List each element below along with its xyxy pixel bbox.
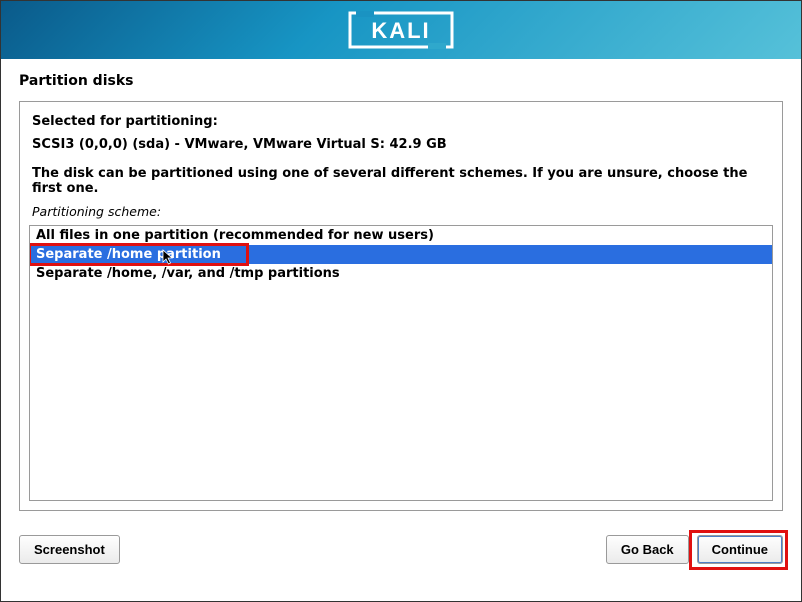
content-area: Partition disks Selected for partitionin… [1, 59, 801, 521]
go-back-button[interactable]: Go Back [606, 535, 689, 564]
nav-buttons: Go Back Continue [606, 535, 783, 564]
option-separate-home[interactable]: Separate /home partition [30, 245, 772, 264]
screenshot-button[interactable]: Screenshot [19, 535, 120, 564]
option-label: Separate /home partition [36, 247, 221, 262]
options-list: All files in one partition (recommended … [29, 225, 773, 501]
disk-info: SCSI3 (0,0,0) (sda) - VMware, VMware Vir… [32, 137, 770, 152]
kali-logo: KALI [346, 9, 456, 51]
footer: Screenshot Go Back Continue [1, 521, 801, 574]
scheme-label: Partitioning scheme: [26, 204, 776, 219]
option-separate-all[interactable]: Separate /home, /var, and /tmp partition… [30, 264, 772, 283]
installer-header: KALI [1, 1, 801, 59]
page-title: Partition disks [19, 73, 783, 89]
option-all-in-one[interactable]: All files in one partition (recommended … [30, 226, 772, 245]
svg-text:KALI: KALI [371, 18, 430, 43]
selected-label: Selected for partitioning: [32, 114, 770, 129]
continue-button[interactable]: Continue [697, 535, 783, 564]
description: The disk can be partitioned using one of… [32, 166, 770, 196]
info-block: Selected for partitioning: SCSI3 (0,0,0)… [26, 114, 776, 200]
partition-panel: Selected for partitioning: SCSI3 (0,0,0)… [19, 101, 783, 511]
